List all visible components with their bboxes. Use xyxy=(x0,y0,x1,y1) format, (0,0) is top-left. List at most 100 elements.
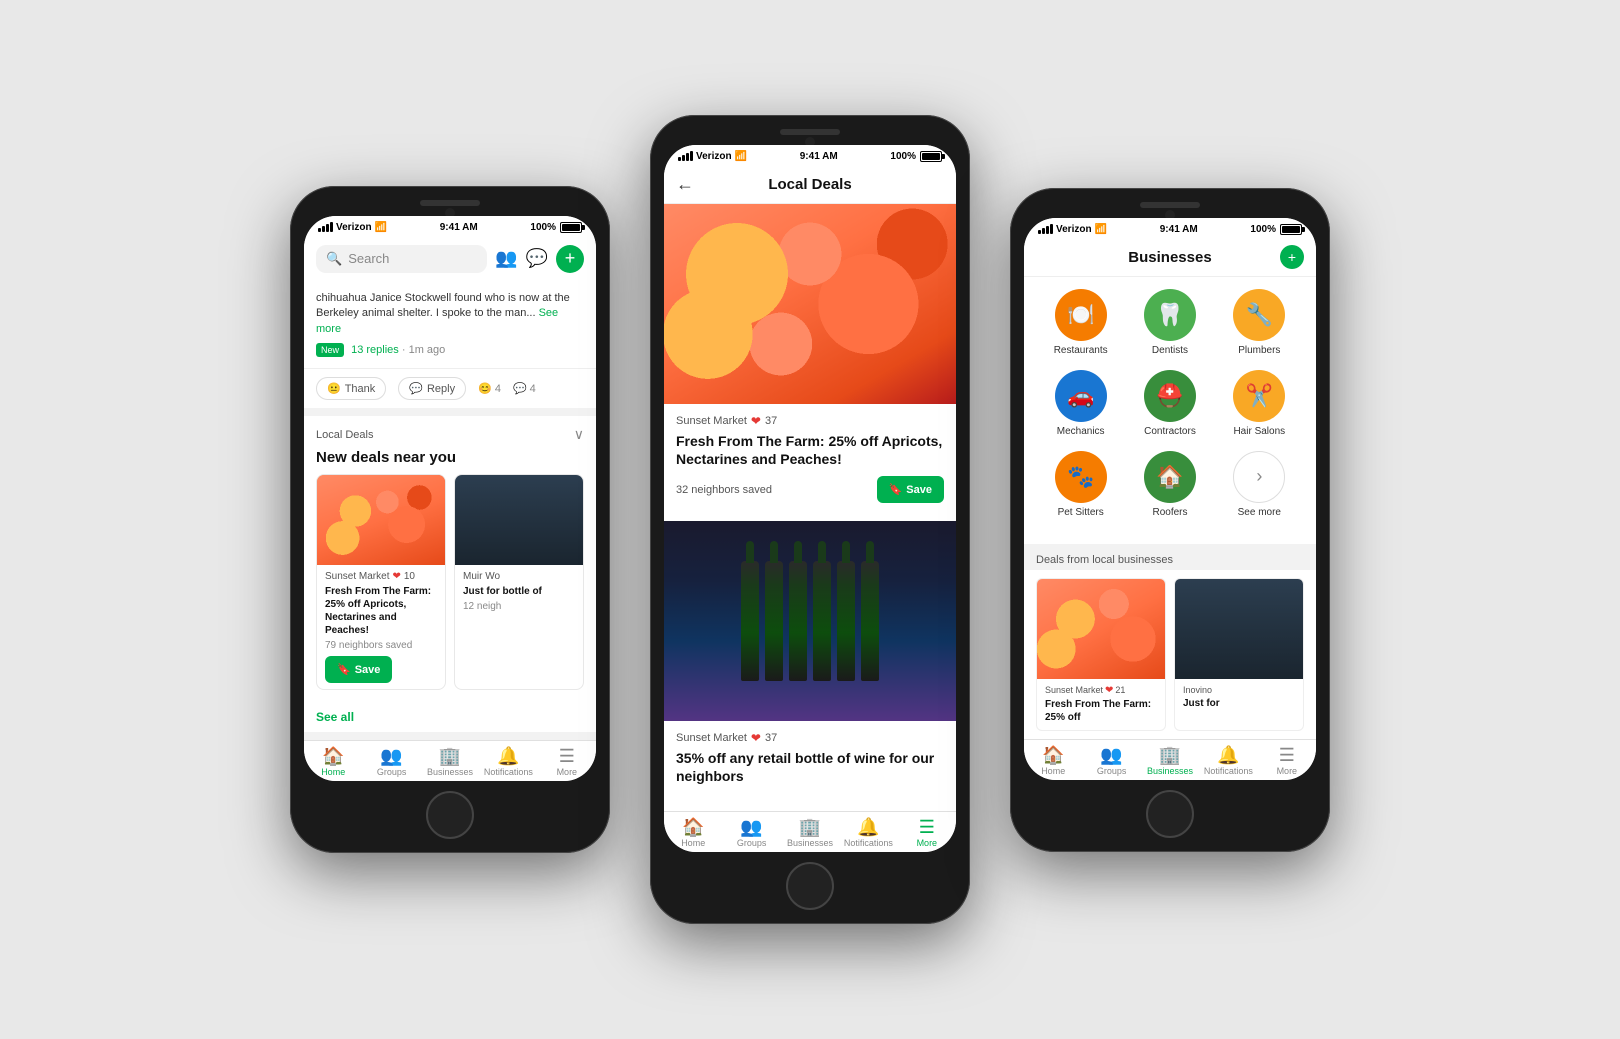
nav-businesses-3[interactable]: 🏢 Businesses xyxy=(1141,746,1199,776)
hair-salons-label: Hair Salons xyxy=(1233,426,1285,437)
status-bar-1: Verizon 📶 9:41 AM 100% xyxy=(304,216,596,237)
replies-text[interactable]: 13 replies xyxy=(351,344,399,356)
cat-roofers[interactable]: 🏠 Roofers xyxy=(1134,451,1206,518)
phone-2: Verizon 📶 9:41 AM 100% ← Local Deals xyxy=(650,115,970,925)
nav-notifications-2[interactable]: 🔔 Notifications xyxy=(839,818,897,848)
deals-row: Sunset Market ❤ 10 Fresh From The Farm: … xyxy=(304,474,596,702)
thank-button[interactable]: 😐 Thank xyxy=(316,377,386,400)
nav-more-3[interactable]: ☰ More xyxy=(1258,746,1316,776)
contractors-icon: ⛑️ xyxy=(1144,370,1196,422)
p2-deal-card-1[interactable]: Sunset Market ❤ 37 Fresh From The Farm: … xyxy=(664,204,956,513)
nav-home-label-3: Home xyxy=(1041,766,1065,776)
home-button-1[interactable] xyxy=(426,791,474,839)
reply-button[interactable]: 💬 Reply xyxy=(398,377,466,400)
businesses-icon-3: 🏢 xyxy=(1159,746,1181,764)
nav-groups-1[interactable]: 👥 Groups xyxy=(362,747,420,777)
phone-3: Verizon 📶 9:41 AM 100% Businesses + 🍽️ xyxy=(1010,188,1330,852)
save-button-1[interactable]: 🔖 Save xyxy=(325,656,392,683)
p2-save-button-1[interactable]: 🔖 Save xyxy=(877,476,944,503)
wine-bottle-4 xyxy=(813,561,831,681)
dentists-label: Dentists xyxy=(1152,345,1188,356)
more-icon-1: ☰ xyxy=(559,747,575,765)
nav-more-label-2: More xyxy=(917,838,938,848)
battery-icon-1 xyxy=(560,222,582,233)
nav-businesses-2[interactable]: 🏢 Businesses xyxy=(781,818,839,848)
thank-label: Thank xyxy=(345,383,376,395)
battery-fill-1 xyxy=(562,224,580,231)
status-left-1: Verizon 📶 xyxy=(318,222,387,233)
p2-deal-card-2[interactable]: Sunset Market ❤ 37 35% off any retail bo… xyxy=(664,521,956,803)
nav-more-2[interactable]: ☰ More xyxy=(898,818,956,848)
p3-deal-card-1[interactable]: Sunset Market ❤ 21 Fresh From The Farm: … xyxy=(1036,578,1166,731)
nav-home-1[interactable]: 🏠 Home xyxy=(304,747,362,777)
cat-dentists[interactable]: 🦷 Dentists xyxy=(1134,289,1206,356)
p3-add-button[interactable]: + xyxy=(1280,245,1304,269)
nav-more-1[interactable]: ☰ More xyxy=(538,747,596,777)
p3-title: Businesses xyxy=(1128,249,1211,266)
category-row-2: 🚗 Mechanics ⛑️ Contractors ✂️ Hair Salon… xyxy=(1036,370,1304,437)
battery-fill-2 xyxy=(922,153,940,160)
cat-restaurants[interactable]: 🍽️ Restaurants xyxy=(1045,289,1117,356)
deal-card-1[interactable]: Sunset Market ❤ 10 Fresh From The Farm: … xyxy=(316,474,446,690)
nav-notifications-3[interactable]: 🔔 Notifications xyxy=(1199,746,1257,776)
nav-businesses-1[interactable]: 🏢 Businesses xyxy=(421,747,479,777)
carrier-1: Verizon xyxy=(336,222,372,233)
nav-bar-1: 🏠 Home 👥 Groups 🏢 Businesses 🔔 Notificat… xyxy=(304,740,596,781)
nav-home-2[interactable]: 🏠 Home xyxy=(664,818,722,848)
cat-contractors[interactable]: ⛑️ Contractors xyxy=(1134,370,1206,437)
groups-icon-3: 👥 xyxy=(1100,746,1122,764)
cat-mechanics[interactable]: 🚗 Mechanics xyxy=(1045,370,1117,437)
nav-more-label-1: More xyxy=(557,767,578,777)
p2-deal-store-1: Sunset Market ❤ 37 xyxy=(676,414,944,428)
category-row-3: 🐾 Pet Sitters 🏠 Roofers › See more xyxy=(1036,451,1304,518)
search-bar[interactable]: 🔍 Search xyxy=(316,245,487,273)
cat-see-more[interactable]: › See more xyxy=(1223,451,1295,518)
nav-more-label-3: More xyxy=(1277,766,1298,776)
phone-screen-2: Verizon 📶 9:41 AM 100% ← Local Deals xyxy=(664,145,956,853)
p3-deal-desc-2: Just for xyxy=(1183,697,1295,710)
p2-fruit-img-1 xyxy=(664,204,956,404)
deals-section-label: Local Deals xyxy=(316,429,373,441)
deal-desc-1: Fresh From The Farm: 25% off Apricots, N… xyxy=(325,585,437,637)
p2-deal-info-1: Sunset Market ❤ 37 Fresh From The Farm: … xyxy=(664,404,956,513)
nav-groups-3[interactable]: 👥 Groups xyxy=(1082,746,1140,776)
status-bar-3: Verizon 📶 9:41 AM 100% xyxy=(1024,218,1316,239)
collapse-icon[interactable]: ∨ xyxy=(574,426,584,443)
deal-info-1: Sunset Market ❤ 10 Fresh From The Farm: … xyxy=(317,565,445,689)
post-time: 1m ago xyxy=(409,344,446,356)
p3-deal-card-2[interactable]: Inovino Just for xyxy=(1174,578,1304,731)
deal-card-2[interactable]: Muir Wo Just for bottle of 12 neigh xyxy=(454,474,584,690)
see-all-link[interactable]: See all xyxy=(304,702,596,732)
deal-saved-2: 12 neigh xyxy=(463,601,575,612)
nav-home-label-1: Home xyxy=(321,767,345,777)
nav-notifications-label-2: Notifications xyxy=(844,838,893,848)
home-button-2[interactable] xyxy=(786,862,834,910)
heart-icon-1: ❤ xyxy=(392,571,400,582)
nav-notifications-label-3: Notifications xyxy=(1204,766,1253,776)
p2-deal-desc-1: Fresh From The Farm: 25% off Apricots, N… xyxy=(676,432,944,468)
cat-pet-sitters[interactable]: 🐾 Pet Sitters xyxy=(1045,451,1117,518)
p2-deal-info-2: Sunset Market ❤ 37 35% off any retail bo… xyxy=(664,721,956,803)
home-button-3[interactable] xyxy=(1146,790,1194,838)
status-right-1: 100% xyxy=(530,222,582,233)
chat-icon[interactable]: 💬 xyxy=(526,248,548,269)
people-icon[interactable]: 👥 xyxy=(495,248,517,269)
see-more-icon: › xyxy=(1233,451,1285,503)
cat-plumbers[interactable]: 🔧 Plumbers xyxy=(1223,289,1295,356)
p3-categories: 🍽️ Restaurants 🦷 Dentists 🔧 Plumbers 🚗 M… xyxy=(1024,277,1316,544)
add-button[interactable]: + xyxy=(556,245,584,273)
thank-icon: 😐 xyxy=(327,382,341,395)
back-button[interactable]: ← xyxy=(676,174,694,195)
heart-icon-p2-2: ❤ xyxy=(751,731,761,745)
nav-notifications-1[interactable]: 🔔 Notifications xyxy=(479,747,537,777)
p2-deal-saved-1: 32 neighbors saved xyxy=(676,484,772,496)
post-text: chihuahua Janice Stockwell found who is … xyxy=(316,292,570,319)
nav-groups-2[interactable]: 👥 Groups xyxy=(722,818,780,848)
carrier-2: Verizon xyxy=(696,151,732,162)
wine-bottle-5 xyxy=(837,561,855,681)
search-icon: 🔍 xyxy=(326,251,342,267)
nav-home-3[interactable]: 🏠 Home xyxy=(1024,746,1082,776)
cat-hair-salons[interactable]: ✂️ Hair Salons xyxy=(1223,370,1295,437)
comments-count: 💬 4 xyxy=(513,382,536,395)
nav-bar-2: 🏠 Home 👥 Groups 🏢 Businesses 🔔 Notificat… xyxy=(664,811,956,852)
